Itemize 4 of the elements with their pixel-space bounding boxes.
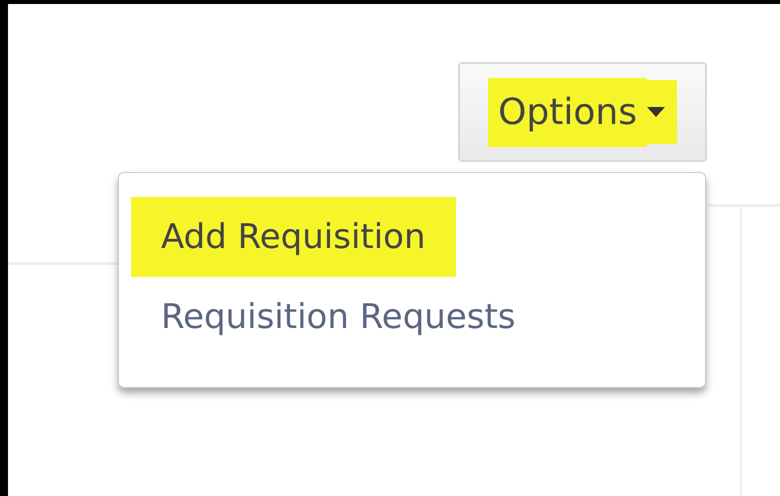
menu-item[interactable]: Add Requisition <box>131 197 456 277</box>
caret-icon <box>647 80 677 144</box>
options-button[interactable]: Options <box>458 62 707 162</box>
menu-item[interactable]: Requisition Requests <box>131 277 546 357</box>
